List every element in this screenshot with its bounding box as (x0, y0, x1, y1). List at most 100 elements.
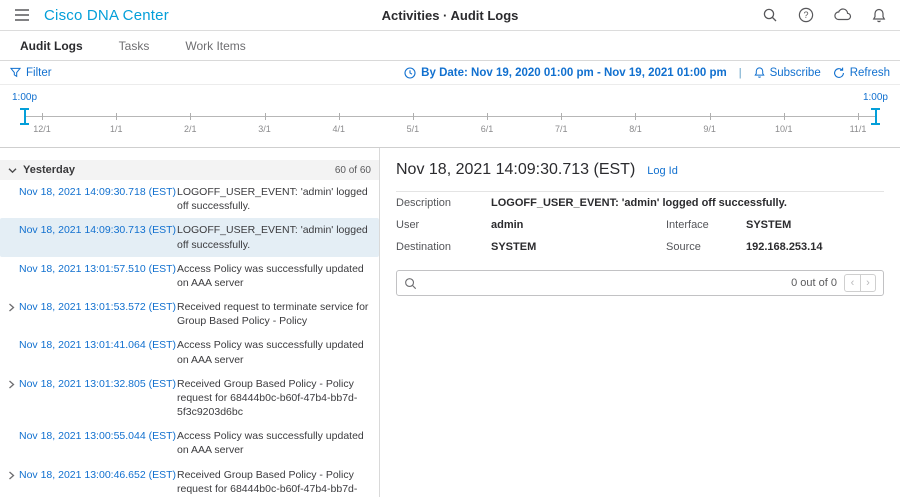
log-row[interactable]: Nov 18, 2021 14:09:30.713 (EST) LOGOFF_US… (0, 218, 379, 257)
tab-audit-logs[interactable]: Audit Logs (2, 31, 101, 60)
search-pager: ‹ › (844, 274, 876, 292)
log-description: LOGOFF_USER_EVENT: 'admin' logged off su… (177, 186, 368, 213)
cloud-icon[interactable] (834, 8, 852, 22)
prev-page-icon[interactable]: ‹ (845, 275, 860, 291)
timeline-tick (709, 113, 711, 120)
filter-button[interactable]: Filter (10, 67, 52, 79)
menu-icon[interactable] (14, 8, 30, 22)
timeline-tick (487, 113, 489, 120)
timeline-handle-start[interactable] (20, 108, 29, 125)
filter-bar-actions: By Date: Nov 19, 2020 01:00 pm - Nov 19,… (404, 66, 890, 79)
group-header-yesterday[interactable]: Yesterday 60 of 60 (0, 160, 379, 180)
timeline-tick-label: 10/1 (775, 124, 793, 134)
timeline-tick-label: 2/1 (184, 124, 197, 134)
field-label-interface: Interface (666, 219, 709, 231)
field-value-source: 192.168.253.14 (746, 241, 823, 253)
refresh-label: Refresh (849, 66, 890, 79)
subscribe-label: Subscribe (769, 66, 821, 79)
timeline-tick-label: 7/1 (554, 124, 568, 134)
timeline-tick (190, 113, 192, 120)
log-timestamp[interactable]: Nov 18, 2021 13:01:41.064 (EST) (19, 338, 176, 352)
log-count: 60 of 60 (334, 164, 371, 176)
subscribe-button[interactable]: Subscribe (753, 66, 821, 79)
timeline-tick-label: 5/1 (406, 124, 420, 134)
tab-tasks[interactable]: Tasks (101, 31, 168, 60)
topbar-icons: ? (762, 7, 886, 23)
log-row[interactable]: Nov 18, 2021 13:01:53.572 (EST) Received … (0, 295, 379, 333)
log-timestamp[interactable]: Nov 18, 2021 13:00:46.652 (EST) (19, 468, 176, 482)
timeline-tick (783, 113, 785, 120)
search-icon (404, 277, 417, 290)
help-icon[interactable]: ? (798, 7, 814, 23)
divider: | (738, 66, 742, 79)
field-value-interface: SYSTEM (746, 219, 792, 231)
timeline-tick (561, 113, 563, 120)
log-description: Received Group Based Policy - Policy req… (177, 468, 358, 497)
log-timestamp[interactable]: Nov 18, 2021 14:09:30.718 (EST) (19, 185, 176, 199)
timeline-tick (338, 113, 340, 120)
app-header: Cisco DNA Center Activities · Audit Logs… (0, 0, 900, 31)
tab-work-items[interactable]: Work Items (167, 31, 263, 60)
search-icon[interactable] (762, 7, 778, 23)
notifications-icon[interactable] (872, 8, 886, 23)
field-value-description: LOGOFF_USER_EVENT: 'admin' logged off su… (491, 197, 787, 209)
log-description: Access Policy was successfully updated o… (177, 430, 364, 457)
field-value-destination: SYSTEM (491, 241, 537, 253)
log-timestamp[interactable]: Nov 18, 2021 13:01:32.805 (EST) (19, 377, 176, 391)
brand-logo[interactable]: Cisco DNA Center (44, 7, 169, 24)
log-row[interactable]: Nov 18, 2021 13:01:41.064 (EST) Access Po… (0, 333, 379, 371)
chevron-right-icon[interactable] (4, 377, 19, 389)
field-label-destination: Destination (396, 241, 452, 253)
timeline-tick-label: 1/1 (109, 124, 123, 134)
log-row[interactable]: Nov 18, 2021 13:00:55.044 (EST) Access Po… (0, 424, 379, 462)
page-title: Activities · Audit Logs (381, 7, 519, 23)
date-range-label: By Date: Nov 19, 2020 01:00 pm - Nov 19,… (421, 66, 727, 79)
timeline: 1:00p 1:00p 12/1 1/1 2/1 3/1 4/1 5/1 6/1 7/1 8/1… (0, 85, 900, 148)
detail-fields: Description LOGOFF_USER_EVENT: 'admin' l… (396, 191, 884, 258)
timeline-track (25, 116, 875, 117)
timeline-tick (635, 113, 637, 120)
tab-bar: Audit Logs Tasks Work Items (0, 31, 900, 61)
log-row[interactable]: Nov 18, 2021 13:01:57.510 (EST) Access Po… (0, 257, 379, 295)
timeline-start-time: 1:00p (12, 92, 38, 103)
timeline-tick-label: 11/1 (849, 124, 867, 134)
log-list-panel: Yesterday 60 of 60 Nov 18, 2021 14:09:30… (0, 148, 380, 497)
main-content: Yesterday 60 of 60 Nov 18, 2021 14:09:30… (0, 148, 900, 497)
dna-center-app: Cisco DNA Center Activities · Audit Logs… (0, 0, 900, 497)
timeline-end-time: 1:00p (862, 92, 888, 103)
svg-text:?: ? (803, 10, 808, 20)
filter-label: Filter (26, 66, 52, 79)
bell-icon (753, 66, 765, 79)
chevron-right-icon[interactable] (4, 300, 19, 312)
timeline-tick (412, 113, 414, 120)
log-description: Access Policy was successfully updated o… (177, 339, 364, 366)
log-detail-panel: Nov 18, 2021 14:09:30.713 (EST) Log Id D… (380, 148, 900, 497)
log-row[interactable]: Nov 18, 2021 14:09:30.718 (EST) LOGOFF_US… (0, 180, 379, 218)
log-id-link[interactable]: Log Id (647, 165, 678, 177)
log-timestamp[interactable]: Nov 18, 2021 14:09:30.713 (EST) (19, 223, 176, 237)
log-description: LOGOFF_USER_EVENT: 'admin' logged off su… (177, 224, 368, 251)
log-row[interactable]: Nov 18, 2021 13:00:46.652 (EST) Received … (0, 463, 379, 497)
timeline-handle-end[interactable] (871, 108, 880, 125)
log-row[interactable]: Nov 18, 2021 13:01:32.805 (EST) Received … (0, 372, 379, 425)
timeline-tick-label: 4/1 (332, 124, 345, 134)
timeline-tick-label: 6/1 (480, 124, 494, 134)
refresh-button[interactable]: Refresh (833, 67, 890, 79)
log-timestamp[interactable]: Nov 18, 2021 13:00:55.044 (EST) (19, 429, 176, 443)
timeline-axis[interactable]: 12/1 1/1 2/1 3/1 4/1 5/1 6/1 7/1 8/1 9/1 10/1 11/1 (20, 108, 880, 140)
detail-search: 0 out of 0 ‹ › (396, 270, 884, 296)
chevron-right-icon[interactable] (4, 468, 19, 480)
next-page-icon[interactable]: › (860, 275, 875, 291)
log-timestamp[interactable]: Nov 18, 2021 13:01:57.510 (EST) (19, 262, 176, 276)
log-timestamp[interactable]: Nov 18, 2021 13:01:53.572 (EST) (19, 300, 176, 314)
date-range-button[interactable]: By Date: Nov 19, 2020 01:00 pm - Nov 19,… (404, 67, 727, 79)
detail-search-input[interactable] (424, 276, 785, 290)
field-label-source: Source (666, 241, 701, 253)
timeline-tick (858, 113, 859, 120)
filter-icon (10, 67, 21, 78)
